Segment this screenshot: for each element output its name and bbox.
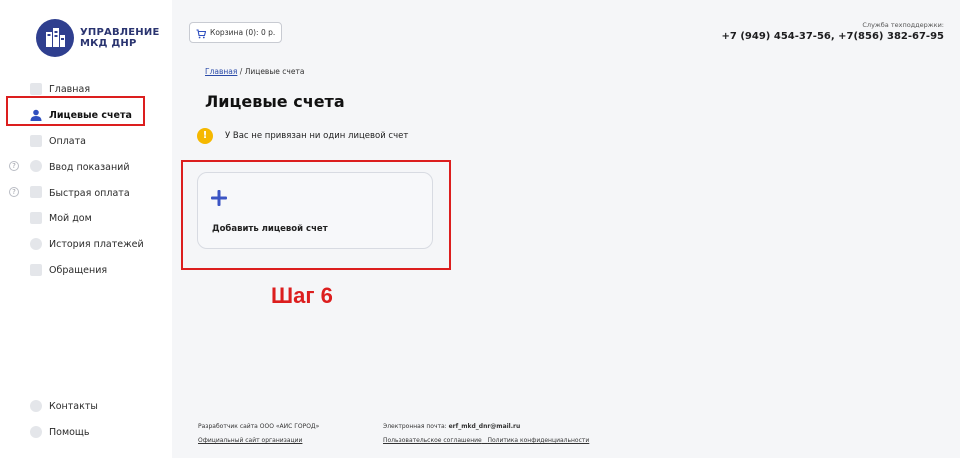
sidebar-item-label: Главная	[49, 84, 91, 96]
footer-email-label: Электронная почта:	[383, 423, 447, 430]
footer-col-developer: Разработчик сайта ООО «АИС ГОРОД» Официа…	[198, 423, 319, 444]
sidebar-item-meter-readings[interactable]: ? Ввод показаний	[0, 154, 172, 180]
help-badge-icon[interactable]: ?	[9, 187, 19, 198]
brand-line-2: МКД ДНР	[80, 38, 137, 49]
sidebar-item-label: Помощь	[49, 427, 90, 439]
cart-icon	[196, 27, 207, 39]
meter-icon	[30, 160, 42, 173]
building-logo-icon	[36, 19, 74, 57]
sidebar-item-label: История платежей	[49, 239, 144, 251]
sidebar-item-label: Обращения	[49, 264, 108, 276]
breadcrumb-separator: /	[237, 67, 245, 76]
card-icon	[30, 134, 42, 147]
breadcrumb-home-link[interactable]: Главная	[205, 67, 237, 76]
breadcrumb-current: Лицевые счета	[244, 67, 305, 76]
cart-label: Корзина (0): 0 р.	[210, 28, 276, 37]
home-icon	[30, 83, 42, 95]
history-icon	[30, 237, 42, 250]
brand-logo[interactable]: УПРАВЛЕНИЕ МКД ДНР	[36, 19, 159, 57]
page-title: Лицевые счета	[205, 92, 345, 111]
help-badge-icon[interactable]: ?	[9, 161, 19, 172]
sidebar-item-requests[interactable]: Обращения	[0, 258, 172, 284]
brand-name: УПРАВЛЕНИЕ МКД ДНР	[80, 27, 159, 49]
footer-col-contacts: Электронная почта: erf_mkd_dnr@mail.ru П…	[383, 423, 589, 444]
sidebar-item-payment-history[interactable]: История платежей	[0, 232, 172, 258]
add-account-label: Добавить лицевой счет	[212, 224, 328, 234]
step-highlight-sidebar	[6, 96, 145, 126]
warning-icon: !	[197, 128, 213, 144]
sidebar-item-contacts[interactable]: Контакты	[0, 394, 172, 420]
sidebar-item-label: Ввод показаний	[49, 161, 130, 173]
sidebar-item-label: Мой дом	[49, 213, 92, 225]
step-label: Шаг 6	[271, 283, 333, 308]
footer-official-site-link[interactable]: Официальный сайт организации	[198, 437, 319, 444]
location-icon	[30, 400, 42, 412]
cart-button[interactable]: Корзина (0): 0 р.	[189, 22, 283, 43]
footer-email[interactable]: erf_mkd_dnr@mail.ru	[449, 423, 521, 430]
sidebar-bottom-nav: Контакты Помощь	[0, 394, 172, 446]
sidebar-item-help[interactable]: Помощь	[0, 420, 172, 446]
sidebar-item-payment[interactable]: Оплата	[0, 129, 172, 155]
help-icon	[30, 425, 42, 438]
sidebar-item-label: Быстрая оплата	[49, 187, 130, 199]
wallet-icon	[30, 186, 42, 199]
no-accounts-notice: ! У Вас не привязан ни один лицевой счет	[197, 128, 408, 144]
sidebar-item-quick-pay[interactable]: ? Быстрая оплата	[0, 180, 172, 206]
sidebar-item-label: Контакты	[49, 401, 98, 413]
footer-links: Пользовательское соглашение Политика кон…	[383, 437, 589, 444]
building-icon	[30, 211, 42, 224]
footer-email-row: Электронная почта: erf_mkd_dnr@mail.ru	[383, 423, 589, 430]
footer-developer: Разработчик сайта ООО «АИС ГОРОД»	[198, 423, 320, 430]
notice-text: У Вас не привязан ни один лицевой счет	[225, 131, 409, 141]
sidebar-item-label: Оплата	[49, 135, 86, 147]
user-agreement-link[interactable]: Пользовательское соглашение	[383, 437, 482, 444]
sidebar: УПРАВЛЕНИЕ МКД ДНР Главная Лицевые счета…	[0, 0, 172, 471]
message-icon	[30, 263, 42, 276]
add-account-card[interactable]: Добавить лицевой счет	[197, 172, 433, 249]
support-phones[interactable]: +7 (949) 454-37-56, +7(856) 382-67-95	[722, 31, 944, 42]
main-content: Корзина (0): 0 р. Служба техподдержки: +…	[172, 0, 960, 458]
support-info: Служба техподдержки: +7 (949) 454-37-56,…	[722, 21, 944, 42]
breadcrumb: Главная / Лицевые счета	[205, 67, 304, 76]
plus-icon	[210, 189, 228, 207]
brand-line-1: УПРАВЛЕНИЕ	[80, 27, 160, 38]
sidebar-item-my-house[interactable]: Мой дом	[0, 206, 172, 232]
privacy-policy-link[interactable]: Политика конфиденциальности	[487, 437, 589, 444]
support-label: Служба техподдержки:	[862, 21, 944, 29]
